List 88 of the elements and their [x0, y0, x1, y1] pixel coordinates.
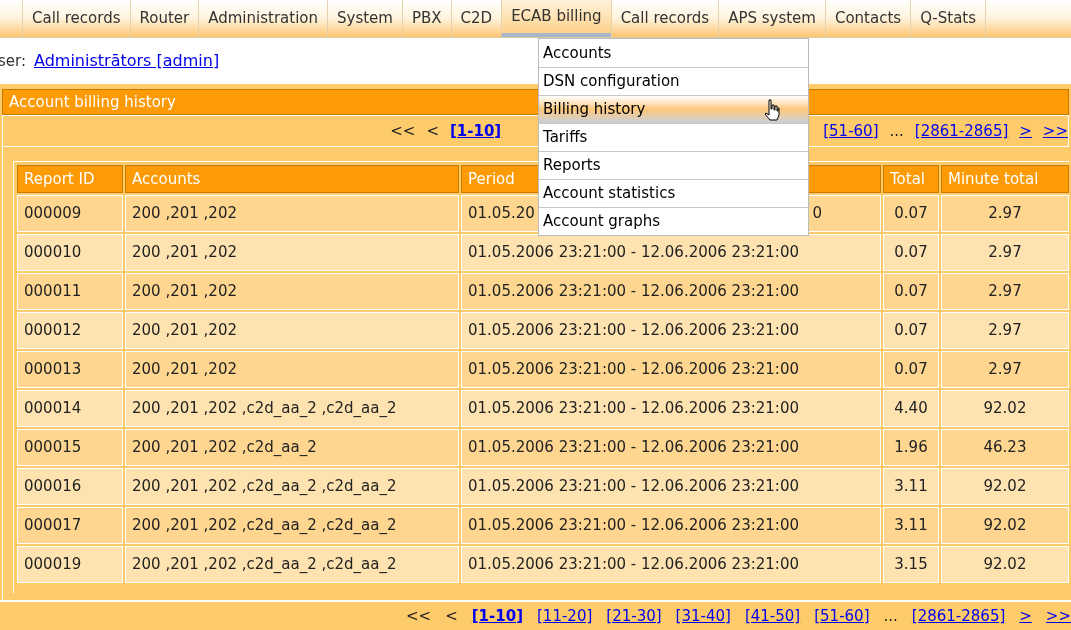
ellipsis-text: ...: [883, 605, 898, 627]
table-cell: 0.07: [883, 351, 939, 388]
page-link[interactable]: >: [1019, 119, 1032, 143]
table-cell: 200 ,201 ,202: [125, 312, 459, 349]
table-cell: 200 ,201 ,202 ,c2d_aa_2: [125, 429, 459, 466]
table-cell: 2.97: [941, 195, 1069, 232]
column-header: Total: [883, 165, 939, 193]
table-cell: 3.11: [883, 507, 939, 544]
nav-tab[interactable]: Q-Stats: [910, 0, 986, 37]
table-cell: 200 ,201 ,202: [125, 351, 459, 388]
table-cell: 200 ,201 ,202 ,c2d_aa_2 ,c2d_aa_2: [125, 390, 459, 427]
page-link[interactable]: >>: [1042, 119, 1068, 143]
table-cell: 000019: [17, 546, 123, 583]
nav-tab[interactable]: PBX: [401, 0, 451, 37]
table-cell: 200 ,201 ,202: [125, 273, 459, 310]
table-cell: 4.40: [883, 390, 939, 427]
table-cell: 000015: [17, 429, 123, 466]
table-cell: 3.11: [883, 468, 939, 505]
page-nav-text: <: [426, 120, 439, 142]
table-cell: 200 ,201 ,202: [125, 195, 459, 232]
table-cell: 3.15: [883, 546, 939, 583]
page-link[interactable]: [21-30]: [606, 604, 662, 628]
nav-tab[interactable]: ECAB billing: [501, 0, 611, 37]
nav-tab[interactable]: Router: [129, 0, 199, 37]
user-link[interactable]: Administrātors [admin]: [34, 49, 220, 73]
hand-cursor-icon: [764, 98, 780, 121]
table-cell: 2.97: [941, 351, 1069, 388]
page-nav-text: <: [445, 605, 458, 627]
page-link[interactable]: [11-20]: [537, 604, 593, 628]
table-cell: 000017: [17, 507, 123, 544]
menu-item[interactable]: Billing history: [539, 95, 808, 123]
table-cell: 92.02: [941, 546, 1069, 583]
table-cell: 01.05.2006 23:21:00 - 12.06.2006 23:21:00: [461, 390, 881, 427]
page-link[interactable]: [1-10]: [449, 119, 502, 143]
column-header: Minute total: [941, 165, 1069, 193]
table-cell: 000016: [17, 468, 123, 505]
cell-text: 01.05.20: [468, 203, 535, 225]
page-link[interactable]: [51-60]: [823, 119, 879, 143]
table-cell: 0.07: [883, 312, 939, 349]
table-cell: 0.07: [883, 195, 939, 232]
nav-tab[interactable]: System: [327, 0, 402, 37]
table-cell: 01.05.2006 23:21:00 - 12.06.2006 23:21:00: [461, 312, 881, 349]
table-cell: 2.97: [941, 312, 1069, 349]
page-link[interactable]: [2861-2865]: [914, 119, 1009, 143]
table-cell: 000011: [17, 273, 123, 310]
table-cell: 2.97: [941, 273, 1069, 310]
ellipsis-text: ...: [889, 120, 904, 142]
table-cell: 92.02: [941, 507, 1069, 544]
table-cell: 01.05.2006 23:21:00 - 12.06.2006 23:21:00: [461, 429, 881, 466]
table-cell: 0.07: [883, 273, 939, 310]
page-link[interactable]: [51-60]: [814, 604, 870, 628]
table-cell: 2.97: [941, 234, 1069, 271]
table-cell: 200 ,201 ,202: [125, 234, 459, 271]
table-cell: 01.05.2006 23:21:00 - 12.06.2006 23:21:00: [461, 351, 881, 388]
table-cell: 000009: [17, 195, 123, 232]
page-link[interactable]: >: [1019, 604, 1032, 628]
page-link[interactable]: [31-40]: [675, 604, 731, 628]
page-nav-text: <<: [390, 120, 416, 142]
table-cell: 01.05.2006 23:21:00 - 12.06.2006 23:21:00: [461, 546, 881, 583]
table-cell: 000012: [17, 312, 123, 349]
table-cell: 000010: [17, 234, 123, 271]
table-cell: 01.05.2006 23:21:00 - 12.06.2006 23:21:00: [461, 273, 881, 310]
nav-tab[interactable]: Administration: [198, 0, 327, 37]
table-cell: 1.96: [883, 429, 939, 466]
nav-tab[interactable]: APS system: [718, 0, 825, 37]
table-cell: 200 ,201 ,202 ,c2d_aa_2 ,c2d_aa_2: [125, 507, 459, 544]
table-cell: 01.05.2006 23:21:00 - 12.06.2006 23:21:00: [461, 468, 881, 505]
page-link[interactable]: >>: [1045, 604, 1071, 628]
cell-text: 0: [812, 203, 822, 225]
page-link[interactable]: [41-50]: [744, 604, 801, 628]
table-cell: 0.07: [883, 234, 939, 271]
table-cell: 01.05.2006 23:21:00 - 12.06.2006 23:21:00: [461, 507, 881, 544]
page-link[interactable]: [1-10]: [471, 604, 523, 628]
table-cell: 01.05.2006 23:21:00 - 12.06.2006 23:21:00: [461, 234, 881, 271]
table-cell: 200 ,201 ,202 ,c2d_aa_2 ,c2d_aa_2: [125, 546, 459, 583]
table-cell: 000014: [17, 390, 123, 427]
nav-tab[interactable]: Call records: [610, 0, 719, 37]
nav-tab[interactable]: Contacts: [824, 0, 911, 37]
column-header: Report ID: [17, 165, 123, 193]
page-link[interactable]: [2861-2865]: [911, 604, 1006, 628]
table-cell: 92.02: [941, 468, 1069, 505]
table-cell: 92.02: [941, 390, 1069, 427]
column-header: Accounts: [125, 165, 459, 193]
page-nav-text: <<: [406, 605, 432, 627]
nav-tab[interactable]: Call records: [22, 0, 130, 37]
table-cell: 000013: [17, 351, 123, 388]
table-cell: 200 ,201 ,202 ,c2d_aa_2 ,c2d_aa_2: [125, 468, 459, 505]
table-cell: 46.23: [941, 429, 1069, 466]
